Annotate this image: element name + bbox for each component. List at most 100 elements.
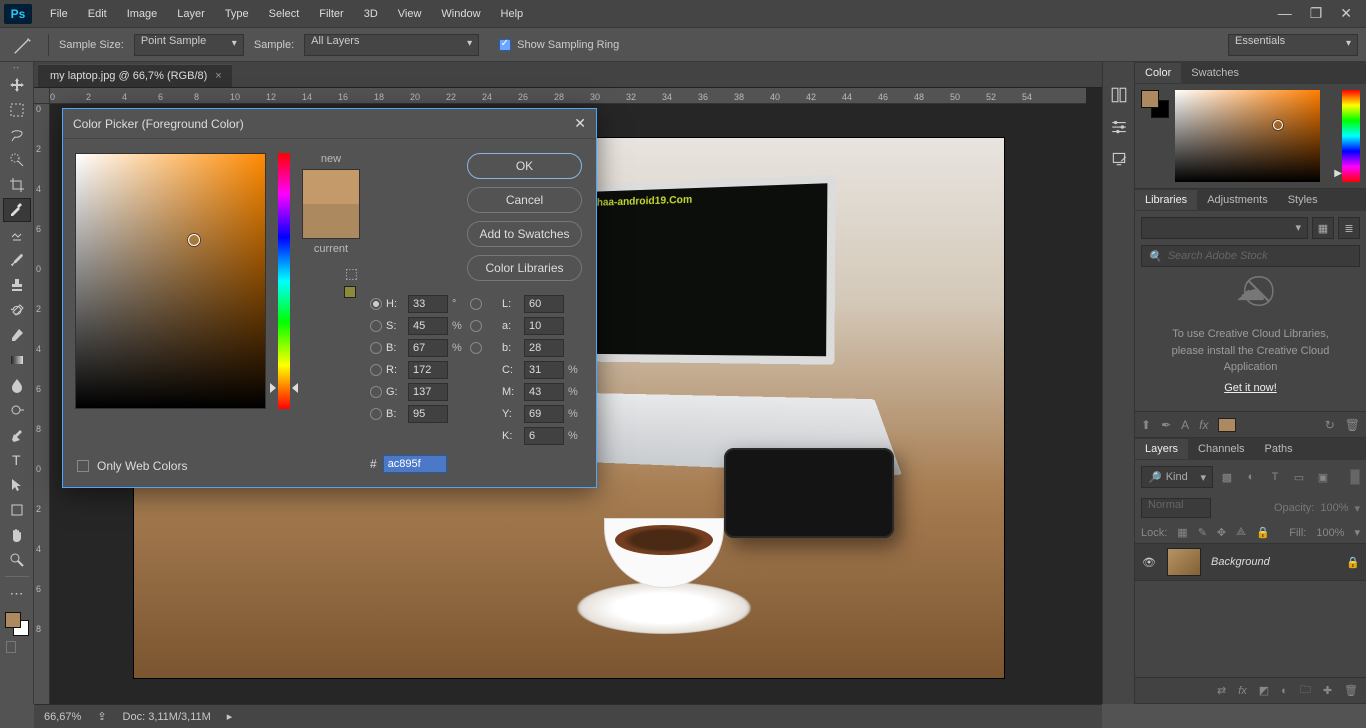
move-tool[interactable] bbox=[3, 73, 31, 97]
gradient-tool[interactable] bbox=[3, 348, 31, 372]
field-m[interactable] bbox=[524, 383, 564, 401]
shape-tool[interactable] bbox=[3, 498, 31, 522]
group-icon[interactable]: 🗀 bbox=[1300, 681, 1311, 700]
lock-artboard-icon[interactable]: ⟁ bbox=[1236, 526, 1246, 539]
blur-tool[interactable] bbox=[3, 373, 31, 397]
libraries-get-it-link[interactable]: Get it now! bbox=[1141, 382, 1360, 404]
brush-tool[interactable] bbox=[3, 248, 31, 272]
stamp-tool[interactable] bbox=[3, 273, 31, 297]
filter-toggle[interactable] bbox=[1350, 469, 1360, 485]
show-sampling-ring-checkbox[interactable]: Show Sampling Ring bbox=[499, 39, 619, 51]
filter-type-icon[interactable]: T bbox=[1265, 467, 1285, 487]
document-tab[interactable]: my laptop.jpg @ 66,7% (RGB/8) × bbox=[38, 64, 232, 87]
eyedropper-tool[interactable] bbox=[3, 198, 31, 222]
type-tool[interactable]: T bbox=[3, 448, 31, 472]
radio-l[interactable] bbox=[470, 298, 482, 310]
lib-trash-icon[interactable]: 🗑 bbox=[1345, 418, 1360, 432]
panel-color-field[interactable] bbox=[1175, 90, 1320, 182]
menu-layer[interactable]: Layer bbox=[167, 2, 215, 26]
menu-3d[interactable]: 3D bbox=[354, 2, 388, 26]
cancel-button[interactable]: Cancel bbox=[467, 187, 582, 213]
radio-b[interactable] bbox=[370, 342, 382, 354]
lasso-tool[interactable] bbox=[3, 123, 31, 147]
menu-help[interactable]: Help bbox=[491, 2, 534, 26]
layer-row-background[interactable]: 👁 Background 🔒 bbox=[1135, 543, 1366, 581]
radio-a[interactable] bbox=[470, 320, 482, 332]
menu-image[interactable]: Image bbox=[117, 2, 168, 26]
field-l[interactable] bbox=[524, 295, 564, 313]
radio-s[interactable] bbox=[370, 320, 382, 332]
minimize-button[interactable]: — bbox=[1278, 5, 1292, 22]
close-tab-icon[interactable]: × bbox=[215, 70, 221, 82]
gamut-warning-icon[interactable]: ⬚ bbox=[345, 265, 358, 282]
lib-char-icon[interactable]: A bbox=[1181, 418, 1189, 432]
menu-filter[interactable]: Filter bbox=[309, 2, 353, 26]
foreground-background-colors[interactable] bbox=[3, 610, 31, 638]
layer-fx-icon[interactable]: fx bbox=[1238, 685, 1247, 697]
radio-b2[interactable] bbox=[470, 342, 482, 354]
libraries-list-view-icon[interactable]: ≣ bbox=[1338, 217, 1360, 239]
history-brush-tool[interactable] bbox=[3, 298, 31, 322]
share-icon[interactable]: ⇪ bbox=[97, 710, 106, 723]
add-to-swatches-button[interactable]: Add to Swatches bbox=[467, 221, 582, 247]
horizontal-ruler[interactable]: 0246810121416182022242628303234363840424… bbox=[50, 88, 1086, 104]
tab-channels[interactable]: Channels bbox=[1188, 439, 1254, 459]
lib-color-chip[interactable] bbox=[1218, 418, 1236, 432]
vertical-ruler[interactable]: 02460246802468 bbox=[34, 104, 50, 704]
workspace-switcher[interactable]: Essentials bbox=[1228, 34, 1358, 56]
tab-styles[interactable]: Styles bbox=[1278, 190, 1328, 210]
status-flyout-icon[interactable]: ▸ bbox=[227, 710, 233, 723]
dialog-close-icon[interactable]: ✕ bbox=[574, 115, 586, 132]
filter-pixel-icon[interactable]: ▩ bbox=[1217, 467, 1237, 487]
layer-lock-icon[interactable]: 🔒 bbox=[1346, 556, 1360, 569]
delete-layer-icon[interactable]: 🗑 bbox=[1344, 684, 1358, 697]
zoom-tool[interactable] bbox=[3, 548, 31, 572]
field-c[interactable] bbox=[524, 361, 564, 379]
sample-select[interactable]: All Layers bbox=[304, 34, 479, 56]
field-r[interactable] bbox=[408, 361, 448, 379]
tab-libraries[interactable]: Libraries bbox=[1135, 190, 1197, 210]
tool-preset-picker[interactable] bbox=[8, 33, 38, 57]
blend-mode-select[interactable]: Normal bbox=[1141, 498, 1211, 518]
field-h[interactable] bbox=[408, 295, 448, 313]
lib-sync-icon[interactable]: ↻ bbox=[1325, 418, 1335, 432]
edit-toolbar[interactable]: ⋯ bbox=[3, 581, 31, 605]
lib-upload-icon[interactable]: ⬆︎ bbox=[1141, 418, 1151, 432]
ok-button[interactable]: OK bbox=[467, 153, 582, 179]
radio-bb[interactable] bbox=[370, 408, 382, 420]
link-layers-icon[interactable]: ⇄ bbox=[1217, 684, 1226, 697]
path-select-tool[interactable] bbox=[3, 473, 31, 497]
lock-position-icon[interactable]: ✥ bbox=[1217, 526, 1226, 539]
saturation-value-field[interactable] bbox=[75, 153, 266, 409]
websafe-warning-swatch[interactable] bbox=[344, 286, 356, 298]
fill-value[interactable]: 100% bbox=[1316, 527, 1344, 539]
hue-slider[interactable] bbox=[276, 153, 292, 409]
radio-h[interactable] bbox=[370, 298, 382, 310]
layer-thumbnail[interactable] bbox=[1167, 548, 1201, 576]
history-panel-icon[interactable] bbox=[1108, 84, 1130, 106]
menu-edit[interactable]: Edit bbox=[78, 2, 117, 26]
foreground-color-swatch[interactable] bbox=[5, 612, 21, 628]
field-hex[interactable] bbox=[383, 455, 447, 473]
only-web-colors-checkbox[interactable]: Only Web Colors bbox=[77, 459, 187, 473]
menu-file[interactable]: File bbox=[40, 2, 78, 26]
lock-pixels-icon[interactable]: ✎ bbox=[1198, 526, 1207, 539]
pen-tool[interactable] bbox=[3, 423, 31, 447]
tab-layers[interactable]: Layers bbox=[1135, 439, 1188, 459]
panel-fg-bg-swatch[interactable] bbox=[1141, 90, 1169, 118]
lib-fx-icon[interactable]: fx bbox=[1199, 418, 1208, 432]
lock-transparency-icon[interactable]: ▦ bbox=[1177, 526, 1187, 539]
field-b2[interactable] bbox=[524, 339, 564, 357]
menu-view[interactable]: View bbox=[388, 2, 432, 26]
layer-filter-kind[interactable]: 🔎Kind▾ bbox=[1141, 466, 1213, 488]
quick-mask-toggle[interactable] bbox=[6, 641, 16, 653]
dodge-tool[interactable] bbox=[3, 398, 31, 422]
libraries-dropdown[interactable] bbox=[1141, 217, 1308, 239]
panel-grip[interactable]: •• bbox=[7, 66, 27, 72]
sample-size-select[interactable]: Point Sample bbox=[134, 34, 244, 56]
layer-mask-icon[interactable]: ◩ bbox=[1259, 684, 1269, 697]
tab-adjustments[interactable]: Adjustments bbox=[1197, 190, 1278, 210]
tab-swatches[interactable]: Swatches bbox=[1181, 63, 1249, 83]
marquee-tool[interactable] bbox=[3, 98, 31, 122]
field-g[interactable] bbox=[408, 383, 448, 401]
